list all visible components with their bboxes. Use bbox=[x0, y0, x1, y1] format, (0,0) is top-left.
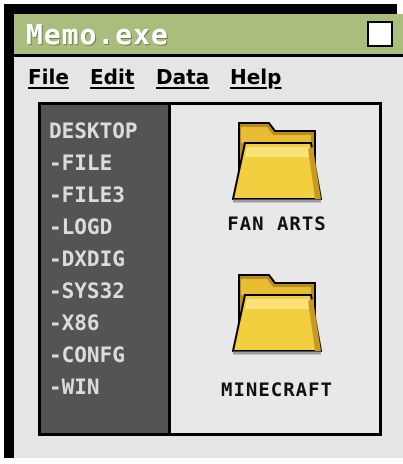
folder-label: MINECRAFT bbox=[221, 379, 333, 401]
menu-edit[interactable]: Edit bbox=[90, 65, 134, 89]
tree-item-dxdig[interactable]: -DXDIG bbox=[49, 247, 125, 271]
folder-icon bbox=[231, 274, 323, 355]
explorer-panel: DESKTOP -FILE -FILE3 -LOGD -DXDIG -SYS32… bbox=[38, 102, 382, 436]
directory-tree: DESKTOP -FILE -FILE3 -LOGD -DXDIG -SYS32… bbox=[41, 105, 171, 433]
menu-file[interactable]: File bbox=[28, 65, 69, 89]
tree-item-logd[interactable]: -LOGD bbox=[49, 215, 112, 239]
tree-item-x86[interactable]: -X86 bbox=[49, 311, 100, 335]
tree-item-win[interactable]: -WIN bbox=[49, 375, 100, 399]
menu-data[interactable]: Data bbox=[156, 65, 209, 89]
tree-item-file[interactable]: -FILE bbox=[49, 151, 112, 175]
folder-fan-arts[interactable]: FAN ARTS bbox=[197, 113, 357, 235]
folder-minecraft[interactable]: MINECRAFT bbox=[197, 265, 357, 401]
folder-icon bbox=[231, 122, 323, 203]
window-control-button[interactable] bbox=[367, 21, 393, 47]
menu-bar: File Edit Data Help bbox=[14, 57, 403, 99]
tree-item-file3[interactable]: -FILE3 bbox=[49, 183, 125, 207]
memo-window: Memo.exe File Edit Data Help DESKTOP -FI… bbox=[4, 4, 403, 458]
window-body: Memo.exe File Edit Data Help DESKTOP -FI… bbox=[14, 14, 403, 458]
tree-item-desktop[interactable]: DESKTOP bbox=[49, 119, 138, 143]
folder-label: FAN ARTS bbox=[227, 213, 327, 235]
window-title: Memo.exe bbox=[26, 18, 169, 51]
tree-item-confg[interactable]: -CONFG bbox=[49, 343, 125, 367]
menu-help[interactable]: Help bbox=[230, 65, 281, 89]
tree-item-sys32[interactable]: -SYS32 bbox=[49, 279, 125, 303]
title-bar[interactable]: Memo.exe bbox=[14, 14, 403, 57]
